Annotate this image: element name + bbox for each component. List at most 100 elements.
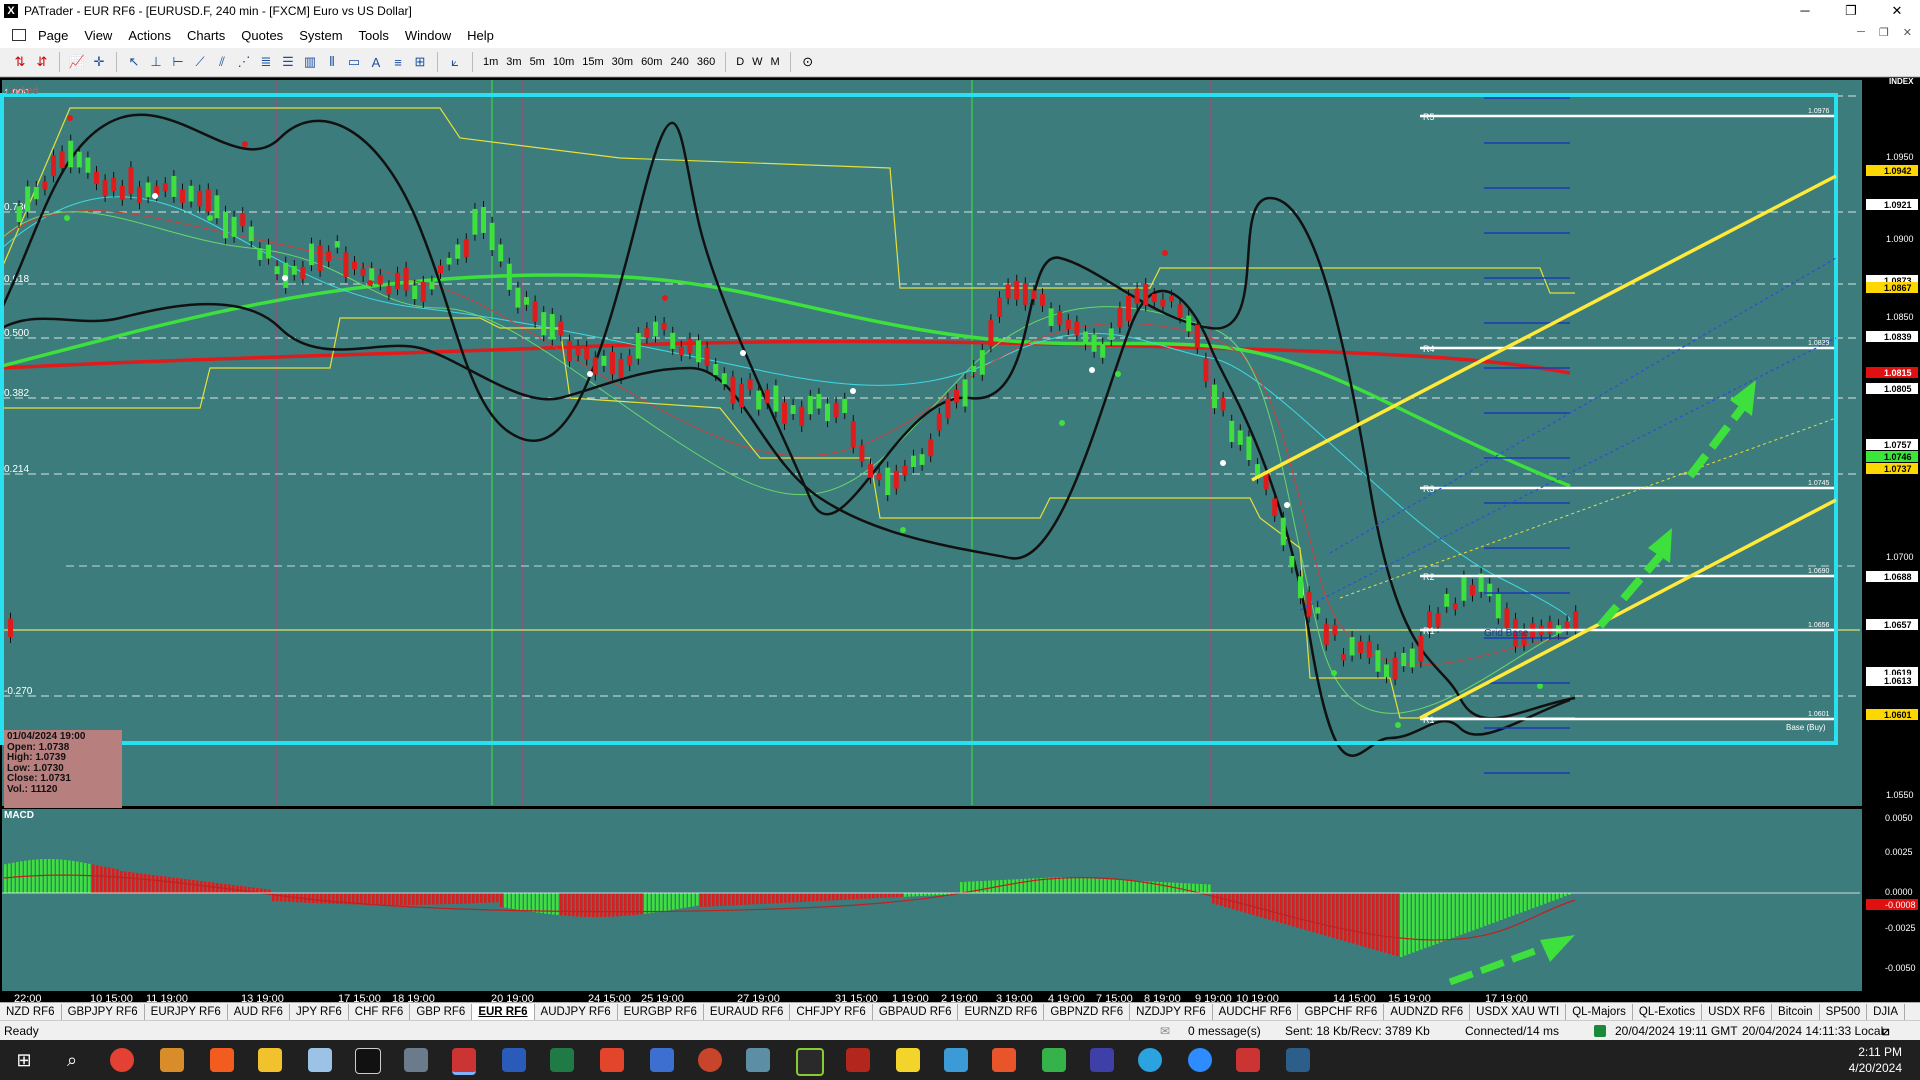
fib-extension-icon[interactable]: ☰ xyxy=(278,52,298,72)
mdi-restore-button[interactable]: ❐ xyxy=(1879,26,1889,39)
crosshair-icon[interactable]: ✛ xyxy=(89,52,109,72)
symbol-tab[interactable]: GBPCHF RF6 xyxy=(1298,1004,1385,1020)
teams-icon[interactable] xyxy=(1090,1048,1114,1072)
powerpoint-icon[interactable] xyxy=(698,1048,722,1072)
symbol-tab[interactable]: EURNZD RF6 xyxy=(958,1004,1045,1020)
chart-area[interactable]: 1.000 0.786 0.618 0.500 0.382 0.214 -0.270 R5 1… xyxy=(0,77,1920,1005)
viewer-icon[interactable] xyxy=(746,1048,770,1072)
mdi-minimize-button[interactable]: ─ xyxy=(1857,26,1865,39)
brave-icon[interactable] xyxy=(210,1048,234,1072)
timeframe-60m[interactable]: 60m xyxy=(637,56,666,68)
excel-icon[interactable] xyxy=(550,1048,574,1072)
search-icon[interactable]: ⌕ xyxy=(60,1048,84,1072)
windows-start-icon[interactable]: ⊞ xyxy=(12,1048,36,1072)
timeframe-30m[interactable]: 30m xyxy=(608,56,637,68)
timeframe-3m[interactable]: 3m xyxy=(502,56,525,68)
green-app-icon[interactable] xyxy=(1042,1048,1066,1072)
menu-view[interactable]: View xyxy=(76,28,120,43)
symbol-tab[interactable]: QL-Majors xyxy=(1566,1004,1633,1020)
fib-fan-icon[interactable]: ⋰ xyxy=(234,52,254,72)
chart-app-icon[interactable] xyxy=(1236,1048,1260,1072)
timeframe-360[interactable]: 360 xyxy=(693,56,719,68)
gann-icon[interactable]: ▥ xyxy=(300,52,320,72)
timeframe-240[interactable]: 240 xyxy=(666,56,692,68)
restore-button[interactable]: ❐ xyxy=(1828,0,1874,22)
symbol-tab[interactable]: EUR RF6 xyxy=(472,1004,535,1020)
chart-icon[interactable]: 📈 xyxy=(67,52,87,72)
ic-app-icon[interactable] xyxy=(355,1048,381,1074)
slides-icon[interactable] xyxy=(600,1048,624,1072)
page-icon[interactable] xyxy=(12,29,26,41)
timeframe-weekly[interactable]: W xyxy=(748,56,766,68)
symbol-tab[interactable]: Bitcoin xyxy=(1772,1004,1820,1020)
menu-help[interactable]: Help xyxy=(459,28,502,43)
star-app-icon[interactable] xyxy=(1286,1048,1310,1072)
capcut-icon[interactable] xyxy=(992,1048,1016,1072)
symbol-tab[interactable]: NZD RF6 xyxy=(0,1004,62,1020)
symbol-tab[interactable]: CHFJPY RF6 xyxy=(790,1004,873,1020)
timeframe-5m[interactable]: 5m xyxy=(526,56,549,68)
grid-icon[interactable]: ⊞ xyxy=(410,52,430,72)
symbol-tab[interactable]: EURGBP RF6 xyxy=(618,1004,704,1020)
sticky-notes-icon[interactable] xyxy=(896,1048,920,1072)
symbol-tab[interactable]: EURJPY RF6 xyxy=(145,1004,228,1020)
trading-app-icon[interactable] xyxy=(796,1048,824,1076)
skype-icon[interactable] xyxy=(650,1048,674,1072)
menu-charts[interactable]: Charts xyxy=(179,28,233,43)
mdi-close-button[interactable]: ✕ xyxy=(1903,26,1912,39)
horizontal-line-icon[interactable]: ⊥ xyxy=(146,52,166,72)
menu-actions[interactable]: Actions xyxy=(120,28,179,43)
menu-window[interactable]: Window xyxy=(397,28,459,43)
vertical-line-icon[interactable]: ⊢ xyxy=(168,52,188,72)
symbol-tab[interactable]: NZDJPY RF6 xyxy=(1130,1004,1213,1020)
symbol-tab[interactable]: GBP RF6 xyxy=(410,1004,473,1020)
menu-tools[interactable]: Tools xyxy=(351,28,397,43)
cursor-icon[interactable]: ↖ xyxy=(124,52,144,72)
calculator-icon[interactable] xyxy=(404,1048,428,1072)
order-icon[interactable]: ⇵ xyxy=(32,52,52,72)
timeframe-15m[interactable]: 15m xyxy=(578,56,607,68)
notepad-icon[interactable] xyxy=(308,1048,332,1072)
word-icon[interactable] xyxy=(502,1048,526,1072)
symbol-tab[interactable]: QL-Exotics xyxy=(1633,1004,1703,1020)
symbol-tab[interactable]: GBPNZD RF6 xyxy=(1044,1004,1131,1020)
timeframe-1m[interactable]: 1m xyxy=(479,56,502,68)
zoom-icon[interactable] xyxy=(1188,1048,1212,1072)
symbol-tab[interactable]: USDX XAU WTI xyxy=(1470,1004,1567,1020)
symbol-tab[interactable]: GBPAUD RF6 xyxy=(873,1004,959,1020)
fib-retracement-icon[interactable]: ≣ xyxy=(256,52,276,72)
timeframe-daily[interactable]: D xyxy=(732,56,748,68)
indicator-icon[interactable]: ⟀ xyxy=(445,52,465,72)
mail-app-icon[interactable] xyxy=(160,1048,184,1072)
pivot-icon[interactable]: ≡ xyxy=(388,52,408,72)
rectangle-icon[interactable]: ▭ xyxy=(344,52,364,72)
symbol-tab[interactable]: DJIA xyxy=(1867,1004,1906,1020)
trendline-icon[interactable]: ⟋ xyxy=(190,52,210,72)
mail-icon[interactable]: ✉ xyxy=(1160,1024,1170,1038)
time-zones-icon[interactable]: ⦀ xyxy=(322,52,342,72)
chrome-icon[interactable] xyxy=(110,1048,134,1072)
text-icon[interactable]: A xyxy=(366,52,386,72)
close-button[interactable]: ✕ xyxy=(1874,0,1920,22)
menu-quotes[interactable]: Quotes xyxy=(233,28,291,43)
symbol-tab[interactable]: AUDCHF RF6 xyxy=(1213,1004,1299,1020)
patrader-icon[interactable] xyxy=(452,1048,476,1075)
menu-system[interactable]: System xyxy=(291,28,350,43)
menu-page[interactable]: Page xyxy=(30,28,76,43)
symbol-tab[interactable]: CHF RF6 xyxy=(349,1004,411,1020)
timeframe-10m[interactable]: 10m xyxy=(549,56,578,68)
red-app-icon[interactable] xyxy=(846,1048,870,1072)
symbol-tab[interactable]: EURAUD RF6 xyxy=(704,1004,791,1020)
buy-sell-icon[interactable]: ⇅ xyxy=(10,52,30,72)
channel-icon[interactable]: ⫽ xyxy=(212,52,232,72)
symbol-tab[interactable]: JPY RF6 xyxy=(290,1004,349,1020)
remote-icon[interactable] xyxy=(944,1048,968,1072)
symbol-tab[interactable]: AUD RF6 xyxy=(228,1004,290,1020)
timeframe-monthly[interactable]: M xyxy=(767,56,784,68)
clock-icon[interactable]: ⊙ xyxy=(798,52,818,72)
telegram-icon[interactable] xyxy=(1138,1048,1162,1072)
symbol-tab[interactable]: AUDNZD RF6 xyxy=(1384,1004,1471,1020)
symbol-tab[interactable]: GBPJPY RF6 xyxy=(62,1004,145,1020)
minimize-button[interactable]: ─ xyxy=(1782,0,1828,22)
symbol-tab[interactable]: SP500 xyxy=(1820,1004,1868,1020)
